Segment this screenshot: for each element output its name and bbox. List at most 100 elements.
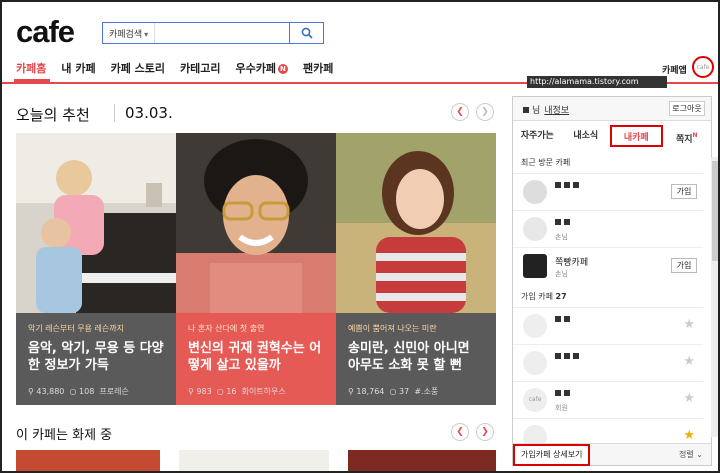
topic-thumb[interactable]	[348, 450, 496, 471]
cafe-name	[555, 315, 573, 325]
cafe-logo[interactable]: cafe	[16, 14, 75, 50]
recommend-card[interactable]: 나 혼자 산다에 첫 출연 변신의 귀재 권혁수는 어떻게 살고 있을까 ⚲ 9…	[176, 133, 336, 405]
prev-arrow-icon[interactable]: ❮	[451, 103, 469, 121]
card-headline: 변신의 귀재 권혁수는 어떻게 살고 있을까	[188, 341, 322, 373]
recent-label: 최근 방문 카페	[521, 158, 571, 167]
cafe-avatar	[523, 254, 547, 278]
card-image-piano	[16, 133, 176, 313]
tab-messages-label: 쪽지	[675, 135, 693, 145]
views-icon: ⚲	[348, 387, 354, 396]
views-icon: ⚲	[28, 387, 34, 396]
main-nav: 카페홈 내 카페 카페 스토리 카테고리 우수카페 N 팬카페	[16, 60, 333, 76]
list-item[interactable]: 가입	[513, 173, 703, 209]
browser-frame: cafe 카페검색 카페홈 내 카페 카페 스토리 카테고리 우수카페N 팬카페…	[0, 0, 720, 473]
user-name: 님 내정보	[523, 103, 569, 116]
card-caption: 악기 레슨부터 무용 레슨까지 음악, 악기, 무용 등 다양한 정보가 가득 …	[16, 313, 176, 405]
topic-thumb[interactable]	[179, 450, 329, 471]
search-bar: 카페검색	[102, 22, 324, 44]
card-headline: 송미란, 신민아 아니면 아무도 소화 못 할 뻔	[348, 341, 470, 373]
comment-count: 37	[399, 387, 410, 396]
watermark-url: http://alamama.tistory.com	[527, 76, 667, 88]
joined-detail-button[interactable]: 가입카페 상세보기	[513, 444, 591, 466]
logout-button[interactable]: 로그아웃	[669, 101, 705, 116]
comment-icon: ○	[216, 387, 224, 396]
search-icon	[301, 27, 313, 39]
list-item[interactable]: ★	[513, 418, 703, 449]
new-badge: N	[277, 64, 288, 74]
star-icon[interactable]: ★	[683, 317, 695, 332]
card-image-woman	[336, 133, 496, 313]
join-button[interactable]: 가입	[671, 184, 697, 199]
search-type-select[interactable]: 카페검색	[103, 27, 154, 40]
member-role: 손님	[555, 270, 568, 278]
cafe-app-link[interactable]: 카페앱	[662, 63, 687, 76]
nav-cafe-story[interactable]: 카페 스토리	[111, 60, 165, 76]
next-arrow-icon[interactable]: ❯	[476, 423, 494, 441]
topic-title: 이 카페는 화제 중	[16, 428, 113, 443]
panel-footer: 가입카페 상세보기 정렬 ⌄	[513, 443, 711, 466]
prev-arrow-icon[interactable]: ❮	[451, 423, 469, 441]
card-headline: 음악, 악기, 무용 등 다양한 정보가 가득	[28, 341, 164, 373]
star-icon[interactable]: ★	[683, 354, 695, 369]
sort-label: 정렬	[679, 450, 694, 459]
nav-best-cafe-label: 우수카페	[235, 62, 276, 75]
card-caption: 예쁨이 뿜어져 나오는 미란 송미란, 신민아 아니면 아무도 소화 못 할 뻔…	[336, 313, 496, 405]
card-subtitle: 예쁨이 뿜어져 나오는 미란	[348, 324, 437, 333]
tab-my-cafe[interactable]: 내카페	[610, 125, 663, 147]
recommend-card[interactable]: 악기 레슨부터 무용 레슨까지 음악, 악기, 무용 등 다양한 정보가 가득 …	[16, 133, 176, 405]
list-item[interactable]: 쪽빵카페 손님 가입	[513, 247, 703, 283]
cafe-avatar	[523, 351, 547, 375]
sort-select[interactable]: 정렬 ⌄	[679, 449, 703, 460]
panel-scrollbar[interactable]	[711, 157, 718, 437]
nav-my-cafe[interactable]: 내 카페	[61, 60, 95, 76]
star-icon[interactable]: ★	[683, 391, 695, 406]
card-image-man	[176, 133, 336, 313]
recommend-cards: 악기 레슨부터 무용 레슨까지 음악, 악기, 무용 등 다양한 정보가 가득 …	[16, 133, 496, 405]
card-subtitle: 악기 레슨부터 무용 레슨까지	[28, 324, 124, 333]
search-button[interactable]	[289, 23, 323, 43]
user-bar: 님 내정보 로그아웃	[513, 97, 711, 121]
tab-messages[interactable]: 쪽지N	[663, 125, 712, 147]
join-button[interactable]: 가입	[671, 258, 697, 273]
topic-thumb[interactable]	[16, 450, 160, 471]
card-meta: ⚲ 43,880 ○ 108 프로레슨	[28, 386, 129, 397]
user-suffix: 님	[532, 106, 541, 116]
cafe-profile-icon[interactable]: cafe	[692, 56, 714, 78]
member-role: 손님	[555, 233, 568, 241]
nav-fan-cafe[interactable]: 팬카페	[303, 60, 333, 76]
card-subtitle: 나 혼자 산다에 첫 출연	[188, 324, 265, 333]
panel-tabs: 자주가는 내소식 내카페 쪽지N	[513, 125, 711, 147]
nav-best-cafe[interactable]: 우수카페 N	[236, 60, 288, 76]
cafe-avatar	[523, 180, 547, 204]
cafe-name: 화이트하우스	[241, 387, 286, 396]
star-icon[interactable]: ★	[683, 428, 695, 443]
tab-frequent[interactable]: 자주가는	[513, 125, 562, 147]
my-cafe-panel: 님 내정보 로그아웃 자주가는 내소식 내카페 쪽지N 최근 방문 카페 가입 손…	[512, 96, 718, 466]
views-icon: ⚲	[188, 387, 194, 396]
cafe-name	[555, 181, 582, 191]
cafe-avatar	[523, 314, 547, 338]
nav-cafe-home[interactable]: 카페홈	[16, 60, 46, 76]
comment-icon: ○	[389, 387, 397, 396]
tab-my-news[interactable]: 내소식	[562, 125, 611, 147]
comment-count: 16	[226, 387, 237, 396]
recommend-card[interactable]: 예쁨이 뿜어져 나오는 미란 송미란, 신민아 아니면 아무도 소화 못 할 뻔…	[336, 133, 496, 405]
nav-category[interactable]: 카테고리	[180, 60, 220, 76]
cafe-avatar: cafe	[523, 388, 547, 412]
next-arrow-icon[interactable]: ❯	[476, 103, 494, 121]
list-item[interactable]: ★	[513, 344, 703, 380]
card-caption: 나 혼자 산다에 첫 출연 변신의 귀재 권혁수는 어떻게 살고 있을까 ⚲ 9…	[176, 313, 336, 405]
comment-icon: ○	[69, 387, 77, 396]
scrollbar-thumb[interactable]	[712, 161, 718, 261]
today-date: 03.03.	[114, 104, 173, 122]
card-meta: ⚲ 18,764 ○ 37 #.소풍	[348, 386, 438, 397]
comment-count: 108	[79, 387, 95, 396]
list-item[interactable]: 손님	[513, 210, 703, 246]
list-item[interactable]: ★	[513, 307, 703, 343]
masked-name	[523, 107, 529, 113]
search-input[interactable]	[154, 23, 289, 43]
my-info-link[interactable]: 내정보	[544, 106, 569, 116]
cafe-name: 프로레슨	[99, 387, 129, 396]
list-item[interactable]: cafe 회원 ★	[513, 381, 703, 417]
cafe-name	[555, 352, 582, 362]
